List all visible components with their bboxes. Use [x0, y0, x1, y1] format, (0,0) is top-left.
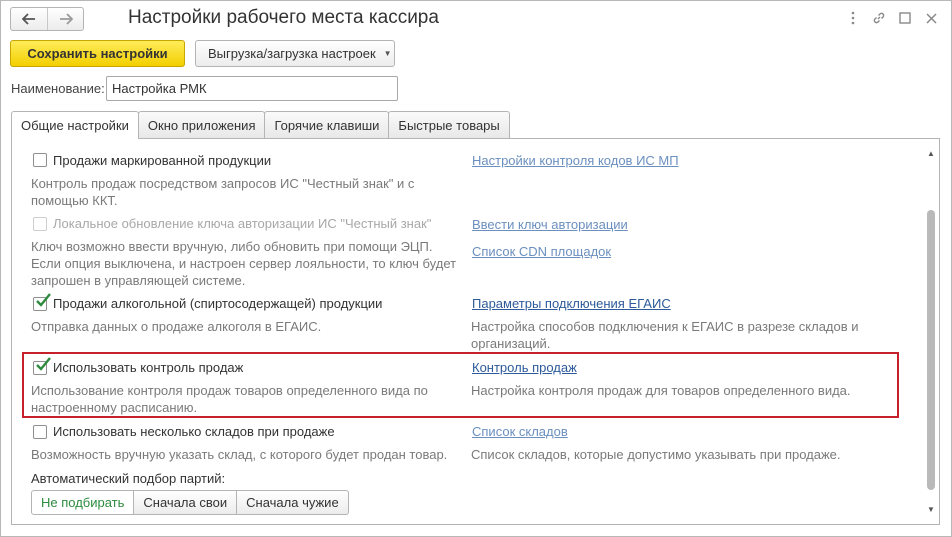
batch-option-none[interactable]: Не подбирать — [31, 490, 135, 515]
option-label-alcohol-sales: Продажи алкогольной (спиртосодержащей) п… — [53, 296, 383, 311]
link-egais-connection[interactable]: Параметры подключения ЕГАИС — [472, 296, 671, 311]
tab-bar: Общие настройки Окно приложения Горячие … — [11, 111, 510, 139]
save-settings-button[interactable]: Сохранить настройки — [10, 40, 185, 67]
link-button[interactable] — [872, 10, 886, 26]
checkbox-alcohol-sales[interactable] — [33, 293, 51, 311]
batch-selection-switch: Не подбирать Сначала свои Сначала чужие — [31, 490, 349, 515]
option-label-marked-products: Продажи маркированной продукции — [53, 153, 272, 168]
link-icon — [873, 12, 885, 24]
name-input[interactable]: Настройка РМК — [106, 76, 398, 101]
tab-app-window[interactable]: Окно приложения — [137, 111, 266, 138]
link-warehouse-list[interactable]: Список складов — [472, 424, 568, 439]
close-button[interactable] — [924, 10, 938, 26]
checkmark-icon — [36, 293, 51, 307]
chevron-down-icon: ▼ — [383, 49, 392, 58]
checkmark-icon — [36, 357, 51, 371]
batch-selection-label: Автоматический подбор партий: — [31, 471, 226, 486]
link-description-warehouses: Список складов, которые допустимо указыв… — [471, 447, 841, 462]
checkbox-marked-products[interactable] — [33, 153, 47, 167]
link-marked-code-settings[interactable]: Настройки контроля кодов ИС МП — [472, 153, 679, 168]
close-icon — [925, 12, 937, 24]
back-button[interactable] — [11, 8, 47, 30]
checkbox-local-auth-key[interactable] — [33, 217, 47, 231]
tab-quick-products[interactable]: Быстрые товары — [388, 111, 510, 138]
option-description-sales-control: Использование контроля продаж товаров оп… — [31, 383, 428, 415]
export-import-label: Выгрузка/загрузка настроек — [208, 46, 376, 61]
tab-general-settings[interactable]: Общие настройки — [11, 111, 139, 139]
export-import-settings-button[interactable]: Выгрузка/загрузка настроек ▼ — [195, 40, 395, 67]
option-label-sales-control: Использовать контроль продаж — [53, 360, 244, 375]
link-sales-control[interactable]: Контроль продаж — [472, 360, 577, 375]
arrow-right-icon — [59, 13, 73, 25]
more-vertical-icon — [851, 11, 855, 25]
panel-scrollbar[interactable]: ▲ ▼ — [924, 147, 938, 517]
maximize-button[interactable] — [898, 10, 912, 26]
checkbox-sales-control[interactable] — [33, 357, 51, 375]
link-description-sales-control: Настройка контроля продаж для товаров оп… — [471, 383, 851, 398]
link-cdn-list[interactable]: Список CDN площадок — [472, 244, 611, 259]
option-label-multiple-warehouses: Использовать несколько складов при прода… — [53, 424, 335, 439]
link-description-egais: Настройка способов подключения к ЕГАИС в… — [471, 319, 859, 351]
batch-option-others-first[interactable]: Сначала чужие — [236, 490, 349, 515]
checkbox-multiple-warehouses[interactable] — [33, 425, 47, 439]
maximize-icon — [899, 12, 911, 24]
scroll-thumb[interactable] — [927, 210, 935, 490]
option-description-marked-products: Контроль продаж посредством запросов ИС … — [31, 176, 415, 208]
window-controls — [846, 10, 938, 26]
window-title: Настройки рабочего места кассира — [128, 7, 439, 28]
option-label-local-auth-key: Локальное обновление ключа авторизации И… — [53, 216, 432, 231]
scroll-down-icon[interactable]: ▼ — [926, 505, 936, 515]
link-enter-auth-key[interactable]: Ввести ключ авторизации — [472, 217, 628, 232]
more-button[interactable] — [846, 10, 860, 26]
option-description-local-auth-key: Ключ возможно ввести вручную, либо обнов… — [31, 239, 457, 288]
tab-hotkeys[interactable]: Горячие клавиши — [264, 111, 390, 138]
arrow-left-icon — [22, 13, 35, 25]
name-label: Наименование: — [11, 81, 105, 96]
navigation-buttons — [10, 7, 84, 31]
forward-button[interactable] — [47, 8, 83, 30]
scroll-up-icon[interactable]: ▲ — [926, 149, 936, 159]
option-description-multiple-warehouses: Возможность вручную указать склад, с кот… — [31, 447, 448, 462]
batch-option-own-first[interactable]: Сначала свои — [133, 490, 238, 515]
option-description-alcohol-sales: Отправка данных о продаже алкоголя в ЕГА… — [31, 319, 322, 334]
